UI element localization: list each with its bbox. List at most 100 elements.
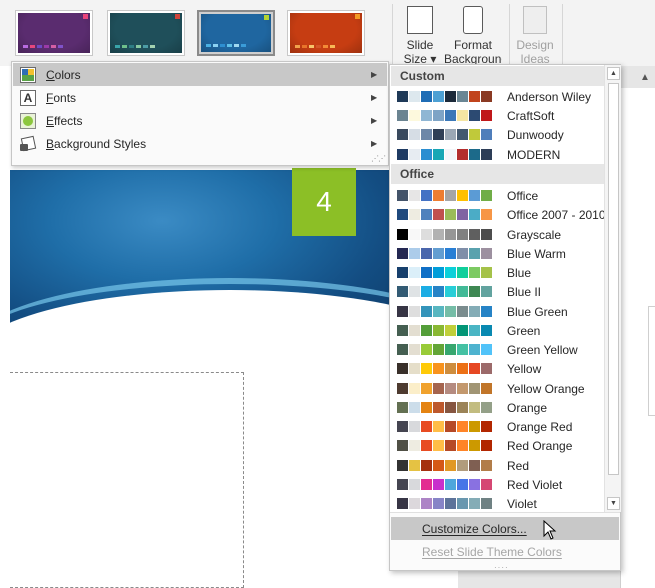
color-scheme-row[interactable]: Blue II [390, 282, 604, 301]
color-swatches [397, 344, 493, 355]
design-ideas-label: Design Ideas [516, 38, 554, 66]
color-scheme-name: Grayscale [507, 228, 562, 242]
scrollbar-thumb[interactable] [608, 83, 619, 475]
menu-item-effects-label: Effects [46, 113, 83, 128]
color-scheme-name: Blue Warm [507, 247, 566, 261]
variant-color-dots [295, 45, 335, 48]
color-swatches [397, 149, 493, 160]
color-scheme-name: MODERN [507, 148, 561, 162]
background-styles-icon [20, 135, 37, 152]
color-swatches [397, 248, 493, 259]
theme-variant-thumbnail[interactable] [15, 10, 93, 56]
color-scheme-row[interactable]: Red Violet [390, 475, 604, 494]
format-background-label: Format Background [444, 38, 502, 66]
customize-colors-button[interactable]: Customize Colors... [391, 517, 619, 540]
theme-variant-thumbnail[interactable] [107, 10, 185, 56]
color-scheme-row[interactable]: CraftSoft [390, 106, 604, 125]
color-scheme-name: Orange [507, 401, 548, 415]
color-swatches [397, 498, 493, 509]
color-scheme-name: Orange Red [507, 420, 573, 434]
color-scheme-name: Blue [507, 266, 532, 280]
color-scheme-row[interactable]: Anderson Wiley [390, 87, 604, 106]
color-swatches [397, 267, 493, 278]
color-scheme-name: CraftSoft [507, 109, 555, 123]
workspace-scroll-up-icon[interactable]: ▲ [640, 72, 650, 83]
chevron-right-icon: ▶ [371, 70, 378, 79]
color-scheme-row[interactable]: Violet [390, 494, 604, 512]
menu-item-background-styles[interactable]: Background Styles ▶ [13, 132, 387, 155]
variant-color-dots [115, 45, 155, 48]
color-swatches [397, 363, 493, 374]
menu-item-effects[interactable]: Effects ▶ [13, 109, 387, 132]
color-swatches [397, 402, 493, 413]
menu-item-colors[interactable]: Colors ▶ [13, 63, 387, 86]
color-swatches [397, 479, 493, 490]
color-swatches [397, 110, 493, 121]
color-scheme-row[interactable]: Yellow Orange [390, 379, 604, 398]
variant-accent-mark [264, 15, 269, 20]
color-scheme-name: Anderson Wiley [507, 90, 592, 104]
reset-theme-colors-button[interactable]: Reset Slide Theme Colors [391, 540, 619, 563]
colors-scrollbar[interactable]: ▲ ▼ [604, 65, 621, 512]
scroll-down-icon[interactable]: ▼ [607, 497, 620, 510]
theme-variant-thumbnail[interactable] [287, 10, 365, 56]
color-scheme-row[interactable]: Yellow [390, 359, 604, 378]
variant-preview [110, 13, 182, 53]
colors-icon [20, 66, 36, 83]
theme-variant-thumbnail[interactable] [197, 10, 275, 56]
chevron-right-icon: ▶ [371, 116, 378, 125]
format-background-button[interactable]: Format Background [444, 0, 502, 66]
color-scheme-row[interactable]: Blue Warm [390, 244, 604, 263]
variant-preview [290, 13, 362, 53]
color-scheme-row[interactable]: Orange [390, 398, 604, 417]
color-scheme-row[interactable]: Grayscale [390, 225, 604, 244]
ribbon-separator [392, 4, 393, 64]
color-scheme-row[interactable]: MODERN [390, 145, 604, 164]
variant-color-dots [23, 45, 63, 48]
design-ribbon: Slide Size ▾ Format Background Design Id… [0, 0, 655, 66]
variant-accent-mark [83, 14, 88, 19]
design-ideas-button[interactable]: Design Ideas [515, 0, 555, 66]
color-scheme-row[interactable]: Dunwoody [390, 125, 604, 144]
color-scheme-row[interactable]: Orange Red [390, 417, 604, 436]
color-scheme-name: Red Violet [507, 478, 563, 492]
color-swatches [397, 440, 493, 451]
color-scheme-row[interactable]: Red Orange [390, 436, 604, 455]
customize-colors-label: Customize Colors... [422, 522, 527, 536]
colors-gallery: Custom Office Anderson Wiley CraftSoft Dun… [389, 64, 621, 572]
color-scheme-name: Red Orange [507, 439, 573, 453]
color-scheme-name: Dunwoody [507, 128, 564, 142]
slide-number: 4 [316, 186, 332, 217]
color-scheme-row[interactable]: Office [390, 186, 604, 205]
color-swatches [397, 306, 493, 317]
menu-resize-grip-icon[interactable]: ⋰⋰ [371, 154, 386, 163]
color-swatches [397, 286, 493, 297]
ribbon-separator [509, 4, 510, 64]
slide-size-button[interactable]: Slide Size ▾ [402, 0, 438, 66]
footer-resize-grip-icon[interactable]: ···· [494, 563, 509, 572]
color-scheme-row[interactable]: Blue [390, 263, 604, 282]
color-scheme-row[interactable]: Red [390, 456, 604, 475]
menu-item-fonts[interactable]: A Fonts ▶ [13, 86, 387, 109]
color-scheme-row[interactable]: Blue Green [390, 302, 604, 321]
menu-item-colors-label: Colors [46, 67, 81, 82]
chevron-right-icon: ▶ [371, 139, 378, 148]
color-swatches [397, 190, 493, 201]
color-swatches [397, 129, 493, 140]
scroll-up-icon[interactable]: ▲ [607, 67, 620, 80]
content-placeholder[interactable] [10, 372, 244, 588]
office-section-header: Office [391, 164, 604, 184]
color-scheme-name: Office [507, 189, 539, 203]
mouse-cursor-icon [543, 520, 557, 540]
color-scheme-name: Blue II [507, 285, 542, 299]
design-ideas-icon [523, 6, 547, 34]
slide-size-label: Slide Size ▾ [403, 38, 437, 66]
color-scheme-row[interactable]: Green Yellow [390, 340, 604, 359]
color-scheme-row[interactable]: Green [390, 321, 604, 340]
color-scheme-name: Green [507, 324, 541, 338]
menu-item-background-styles-label: Background Styles [46, 136, 147, 151]
color-scheme-row[interactable]: Office 2007 - 2010 [390, 205, 604, 224]
slide-number-box: 4 [292, 168, 356, 236]
ribbon-separator [562, 4, 563, 64]
format-background-icon [463, 6, 483, 34]
